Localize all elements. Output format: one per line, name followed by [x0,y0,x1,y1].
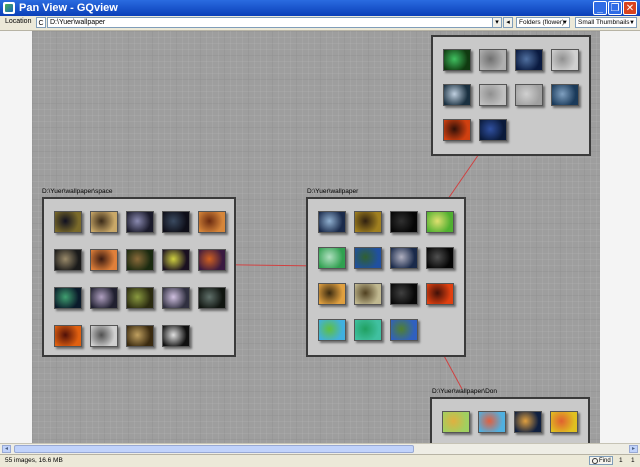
thumb-size-value: Small Thumbnails [578,19,630,26]
thumbnail-image[interactable] [162,325,190,347]
thumbnail-image[interactable] [90,249,118,271]
location-dropdown-icon[interactable]: ▾ [492,17,502,28]
search-icon [592,458,598,464]
thumbnail-image[interactable] [354,247,382,269]
maximize-button[interactable]: ❐ [608,1,622,15]
thumbnail-image[interactable] [426,283,454,305]
folder-group-top [431,35,591,156]
thumbnail-image[interactable] [443,119,471,141]
thumbnail-image[interactable] [54,211,82,233]
thumbnail-image[interactable] [390,247,418,269]
page-count: 1 [631,457,635,464]
location-label: Location [5,18,32,25]
group-label-don: D:\Yuer\wallpaper\Don [432,388,498,395]
thumbnail-image[interactable] [390,319,418,341]
thumbnail-image[interactable] [90,287,118,309]
window-title: Pan View - GQview [19,2,118,14]
thumbnail-image[interactable] [126,287,154,309]
thumbnail-image[interactable] [551,49,579,71]
thumbnail-image[interactable] [515,84,543,106]
thumbnail-image[interactable] [426,247,454,269]
minimize-button[interactable]: _ [593,1,607,15]
title-bar: Pan View - GQview _ ❐ ✕ [0,0,640,16]
location-input[interactable]: D:\Yuer\wallpaper [47,17,493,28]
thumbnail-image[interactable] [90,325,118,347]
pan-view-canvas[interactable]: D:\Yuer\wallpaper\space D:\Yuer\wallpape… [32,31,600,443]
thumbnail-image[interactable] [390,211,418,233]
thumbnail-image[interactable] [54,287,82,309]
folder-group-space [42,197,236,357]
thumbnail-image[interactable] [479,119,507,141]
thumbnail-image[interactable] [162,287,190,309]
thumbnail-image[interactable] [198,287,226,309]
group-label-wallpaper: D:\Yuer\wallpaper [307,188,359,195]
go-back-icon[interactable]: ◂ [503,17,513,28]
thumbnail-image[interactable] [54,325,82,347]
scroll-thumb[interactable] [14,445,414,453]
page-number: 1 [619,457,623,464]
thumb-size-select[interactable]: Small Thumbnails ▼ [575,17,637,28]
thumbnail-image[interactable] [318,283,346,305]
app-icon [3,2,15,14]
thumbnail-image[interactable] [550,411,578,433]
thumbnail-image[interactable] [479,49,507,71]
thumbnail-image[interactable] [515,49,543,71]
group-label-space: D:\Yuer\wallpaper\space [42,188,113,195]
scroll-left-icon[interactable]: ◂ [2,445,11,453]
status-text: 55 images, 16.6 MB [5,457,63,464]
thumbnail-image[interactable] [478,411,506,433]
scroll-right-icon[interactable]: ▸ [629,445,638,453]
thumbnail-image[interactable] [442,411,470,433]
find-label: Find [599,458,611,464]
thumbnail-image[interactable] [479,84,507,106]
folder-group-don [430,397,590,443]
view-mode-select[interactable]: Folders (flower) ▼ [516,17,570,28]
thumbnail-image[interactable] [551,84,579,106]
toolbar: Location C D:\Yuer\wallpaper ▾ ◂ Folders… [0,16,640,31]
thumbnail-image[interactable] [354,211,382,233]
folder-group-wallpaper [306,197,466,357]
thumbnail-image[interactable] [318,211,346,233]
thumbnail-image[interactable] [162,249,190,271]
thumbnail-image[interactable] [54,249,82,271]
horizontal-scrollbar[interactable]: ◂ ▸ [0,443,640,454]
thumbnail-image[interactable] [318,247,346,269]
thumbnail-image[interactable] [443,84,471,106]
thumbnail-image[interactable] [126,249,154,271]
thumbnail-image[interactable] [390,283,418,305]
thumbnail-image[interactable] [354,319,382,341]
thumbnail-image[interactable] [318,319,346,341]
thumbnail-image[interactable] [126,325,154,347]
right-margin [600,31,640,443]
chevron-down-icon: ▼ [562,20,568,26]
view-mode-value: Folders (flower) [519,19,565,26]
thumbnail-image[interactable] [514,411,542,433]
thumbnail-image[interactable] [443,49,471,71]
thumbnail-image[interactable] [198,211,226,233]
thumbnail-image[interactable] [198,249,226,271]
close-button[interactable]: ✕ [623,1,637,15]
left-margin [0,31,32,443]
thumbnail-image[interactable] [90,211,118,233]
thumbnail-image[interactable] [426,211,454,233]
thumbnail-image[interactable] [126,211,154,233]
thumbnail-image[interactable] [354,283,382,305]
thumbnail-image[interactable] [162,211,190,233]
drive-button[interactable]: C [36,17,46,28]
find-button[interactable]: Find [589,456,613,465]
status-bar: 55 images, 16.6 MB Find 1 1 [0,454,640,467]
chevron-down-icon: ▼ [629,20,635,26]
